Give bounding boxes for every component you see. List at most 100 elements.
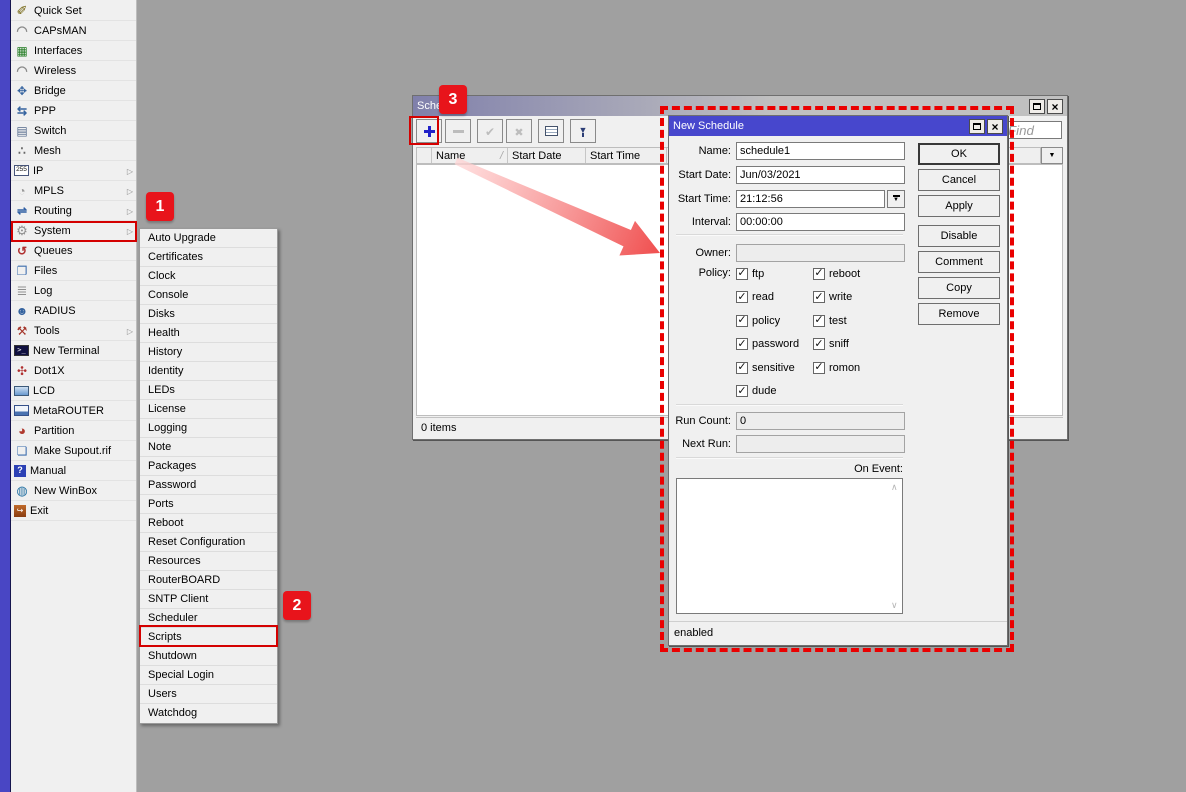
sidebar-item-log[interactable]: Log: [11, 281, 136, 301]
system-submenu: Auto Upgrade Certificates Clock Console …: [139, 228, 278, 724]
submenu-item-health[interactable]: Health: [140, 324, 277, 343]
submenu-item-resources[interactable]: Resources: [140, 552, 277, 571]
scheduler-close-button[interactable]: [1047, 99, 1063, 114]
submenu-item-routerboard[interactable]: RouterBOARD: [140, 571, 277, 590]
disable-x-icon: [514, 124, 523, 139]
sidebar-item-new-terminal[interactable]: New Terminal: [11, 341, 136, 361]
submenu-item-clock[interactable]: Clock: [140, 267, 277, 286]
minus-icon: [453, 130, 464, 133]
sidebar-item-mpls[interactable]: MPLS: [11, 181, 136, 201]
sidebar: Quick Set CAPsMAN Interfaces Wireless Br…: [10, 0, 137, 792]
sidebar-item-manual[interactable]: Manual: [11, 461, 136, 481]
filter-button[interactable]: [570, 119, 596, 143]
submenu-item-history[interactable]: History: [140, 343, 277, 362]
sidebar-item-switch[interactable]: Switch: [11, 121, 136, 141]
submenu-item-disks[interactable]: Disks: [140, 305, 277, 324]
sidebar-item-queues[interactable]: Queues: [11, 241, 136, 261]
submenu-item-ports[interactable]: Ports: [140, 495, 277, 514]
new-winbox-icon: [14, 483, 30, 498]
submenu-item-sntp-client[interactable]: SNTP Client: [140, 590, 277, 609]
sidebar-item-new-winbox[interactable]: New WinBox: [11, 481, 136, 501]
make-supout-icon: [14, 443, 30, 458]
submenu-item-note[interactable]: Note: [140, 438, 277, 457]
close-icon: [1051, 99, 1058, 114]
sidebar-item-partition[interactable]: Partition: [11, 421, 136, 441]
queues-icon: [14, 243, 30, 258]
enable-button[interactable]: [477, 119, 503, 143]
column-stub[interactable]: [417, 148, 432, 163]
sidebar-item-tools[interactable]: Tools: [11, 321, 136, 341]
routing-icon: [14, 203, 30, 218]
submenu-item-reboot[interactable]: Reboot: [140, 514, 277, 533]
sidebar-item-metarouter[interactable]: MetaROUTER: [11, 401, 136, 421]
files-icon: [14, 263, 30, 278]
sidebar-item-ppp[interactable]: PPP: [11, 101, 136, 121]
manual-icon: [14, 465, 26, 477]
mesh-icon: [14, 143, 30, 158]
step-badge-1: 1: [146, 192, 174, 221]
highlight-scheduler-item: [139, 625, 278, 647]
disable-button[interactable]: [506, 119, 532, 143]
submenu-item-watchdog[interactable]: Watchdog: [140, 704, 277, 723]
quick-set-icon: [14, 3, 30, 18]
log-icon: [14, 283, 30, 298]
column-select-button[interactable]: [1041, 147, 1063, 164]
enable-check-icon: [485, 124, 495, 139]
submenu-item-leds[interactable]: LEDs: [140, 381, 277, 400]
switch-icon: [14, 123, 30, 138]
window-left-strip: [0, 0, 10, 792]
sidebar-item-make-supout[interactable]: Make Supout.rif: [11, 441, 136, 461]
submenu-item-users[interactable]: Users: [140, 685, 277, 704]
scheduler-toolbar: [416, 119, 596, 143]
submenu-item-reset-configuration[interactable]: Reset Configuration: [140, 533, 277, 552]
submenu-item-password[interactable]: Password: [140, 476, 277, 495]
mpls-icon: [14, 183, 30, 198]
sidebar-item-dot1x[interactable]: Dot1X: [11, 361, 136, 381]
comment-button[interactable]: [538, 119, 564, 143]
sidebar-item-lcd[interactable]: LCD: [11, 381, 136, 401]
scheduler-maximize-button[interactable]: [1029, 99, 1045, 114]
highlight-system-item: [11, 221, 137, 242]
filter-funnel-icon: [579, 126, 588, 137]
wireless-icon: [14, 63, 30, 78]
submenu-item-license[interactable]: License: [140, 400, 277, 419]
bridge-icon: [14, 83, 30, 98]
submenu-arrow-icon: [127, 165, 133, 177]
submenu-item-shutdown[interactable]: Shutdown: [140, 647, 277, 666]
submenu-arrow-icon: [127, 205, 133, 217]
submenu-arrow-icon: [127, 185, 133, 197]
submenu-item-special-login[interactable]: Special Login: [140, 666, 277, 685]
remove-button[interactable]: [445, 119, 471, 143]
radius-icon: [14, 303, 30, 318]
sidebar-item-quick-set[interactable]: Quick Set: [11, 1, 136, 21]
sidebar-item-interfaces[interactable]: Interfaces: [11, 41, 136, 61]
sidebar-item-radius[interactable]: RADIUS: [11, 301, 136, 321]
submenu-item-logging[interactable]: Logging: [140, 419, 277, 438]
sidebar-item-ip[interactable]: IP: [11, 161, 136, 181]
step-badge-3: 3: [439, 85, 467, 114]
annotation-arrow: [450, 157, 665, 261]
submenu-item-auto-upgrade[interactable]: Auto Upgrade: [140, 229, 277, 248]
sidebar-item-files[interactable]: Files: [11, 261, 136, 281]
sidebar-item-exit[interactable]: Exit: [11, 501, 136, 521]
maximize-icon: [1033, 103, 1041, 110]
submenu-item-console[interactable]: Console: [140, 286, 277, 305]
annotation-dashed-border: [660, 106, 1014, 652]
submenu-arrow-icon: [127, 325, 133, 337]
sidebar-item-mesh[interactable]: Mesh: [11, 141, 136, 161]
new-terminal-icon: [14, 345, 29, 356]
sidebar-item-capsman[interactable]: CAPsMAN: [11, 21, 136, 41]
submenu-item-identity[interactable]: Identity: [140, 362, 277, 381]
sidebar-item-routing[interactable]: Routing: [11, 201, 136, 221]
metarouter-icon: [14, 405, 29, 416]
exit-icon: [14, 505, 26, 517]
sidebar-item-bridge[interactable]: Bridge: [11, 81, 136, 101]
capsman-icon: [14, 23, 30, 38]
submenu-item-packages[interactable]: Packages: [140, 457, 277, 476]
dot1x-icon: [14, 363, 30, 378]
items-count: 0 items: [421, 422, 456, 434]
submenu-item-certificates[interactable]: Certificates: [140, 248, 277, 267]
sidebar-item-wireless[interactable]: Wireless: [11, 61, 136, 81]
comment-card-icon: [545, 126, 558, 136]
interfaces-icon: [14, 43, 30, 58]
